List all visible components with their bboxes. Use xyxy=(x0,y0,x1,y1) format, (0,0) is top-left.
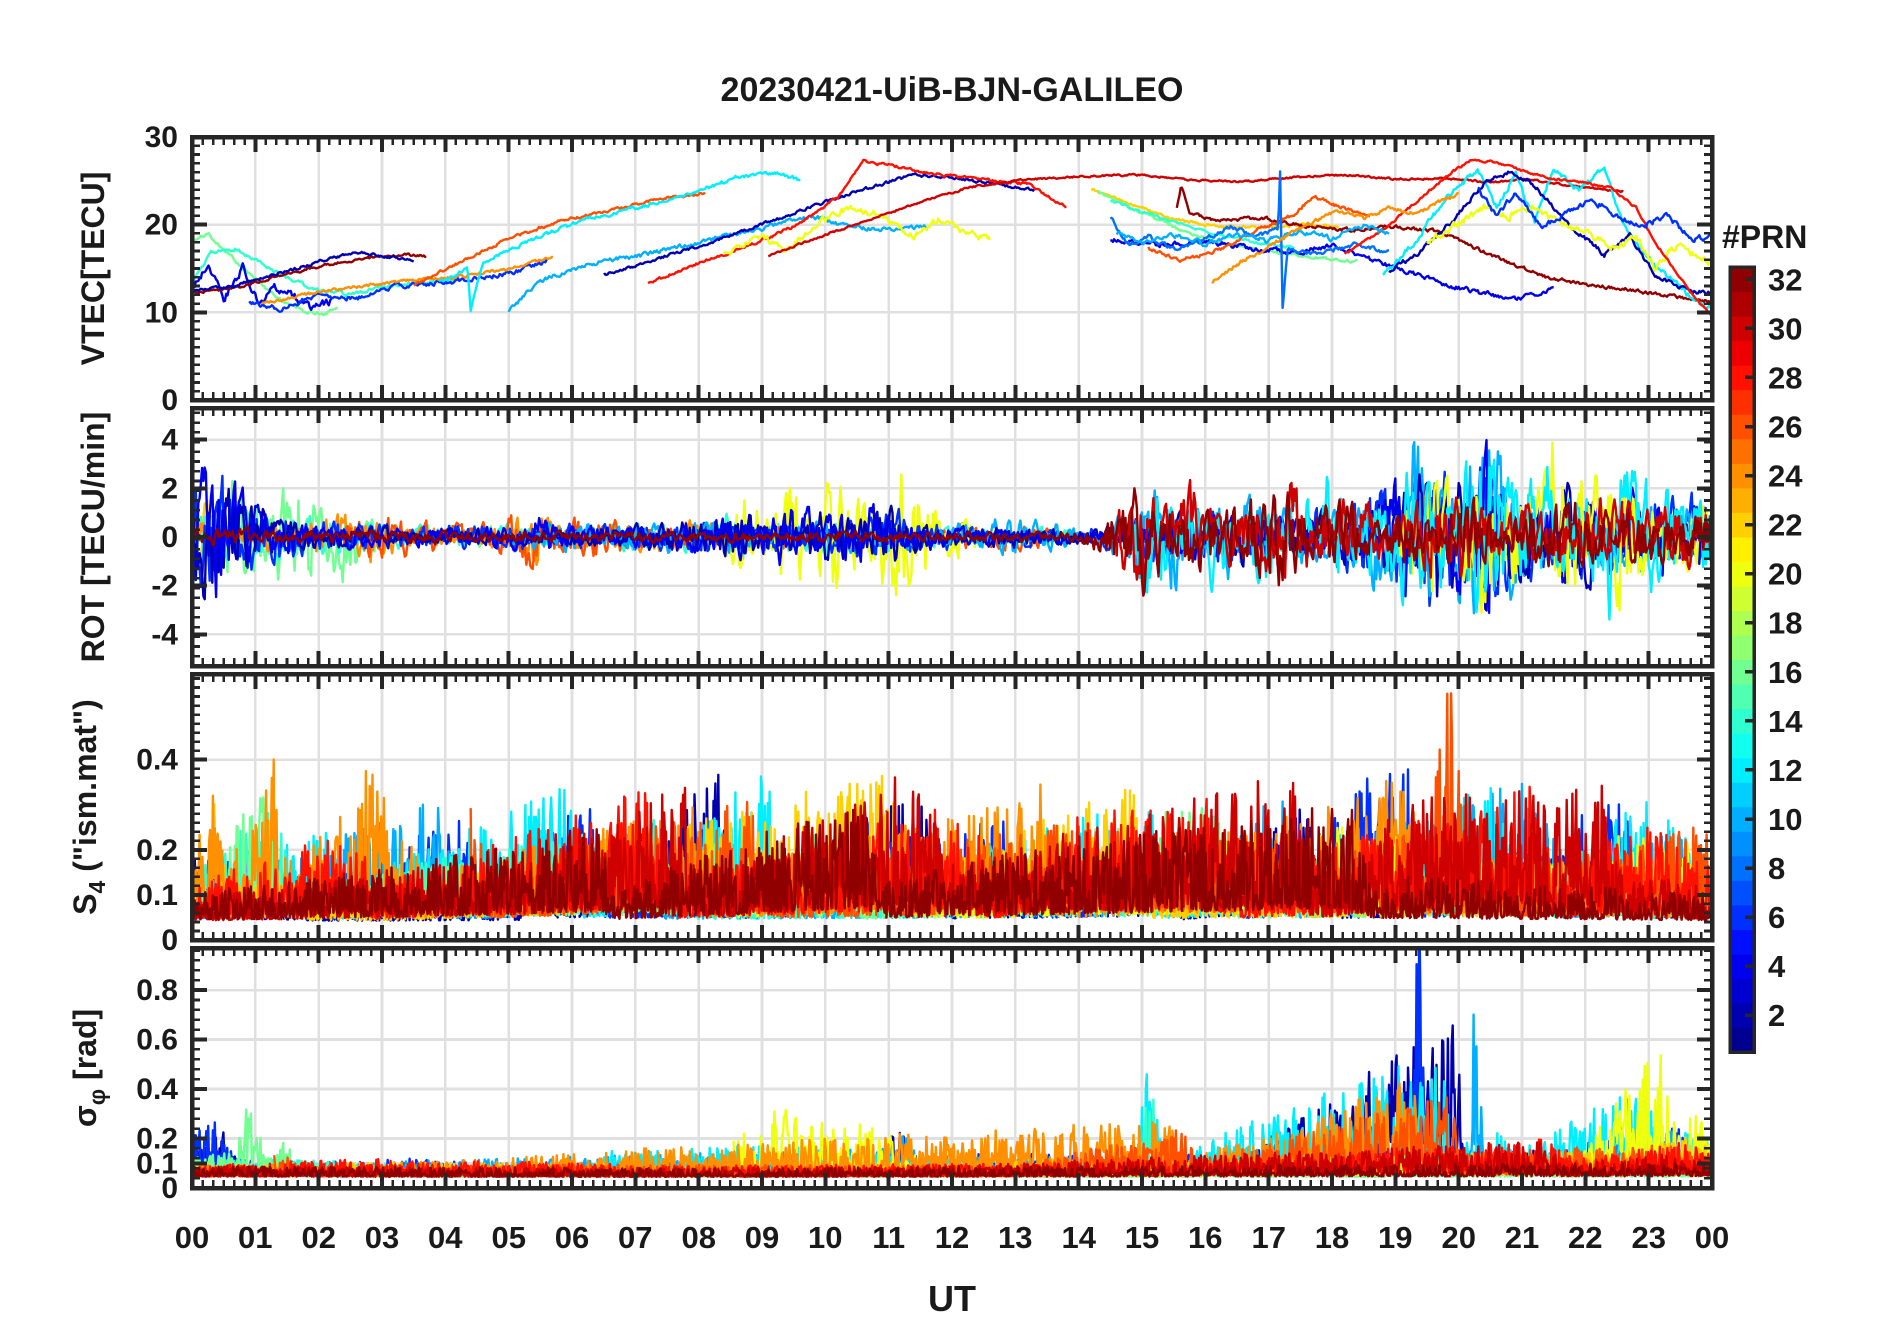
y-tick-label: 0 xyxy=(161,521,178,554)
x-tick-label: 09 xyxy=(745,1220,779,1255)
colorbar-segment xyxy=(1730,978,1754,1004)
colorbar-segment xyxy=(1730,929,1754,955)
y-tick-label: 0.8 xyxy=(136,974,178,1007)
x-tick-label: 03 xyxy=(365,1220,399,1255)
colorbar-segment xyxy=(1730,733,1754,759)
x-tick-label: 21 xyxy=(1505,1220,1539,1255)
colorbar-segment xyxy=(1730,291,1754,317)
colorbar-segment xyxy=(1730,389,1754,415)
colorbar-tick-label: 2 xyxy=(1768,998,1785,1033)
y-tick-label: -2 xyxy=(151,570,178,603)
colorbar-tick-label: 16 xyxy=(1768,655,1802,690)
x-tick-label: 20 xyxy=(1441,1220,1475,1255)
label-text: [rad] xyxy=(67,1009,103,1080)
y-tick-label: 20 xyxy=(145,209,178,242)
x-tick-label: 06 xyxy=(555,1220,589,1255)
chart-title: 20230421-UiB-BJN-GALILEO xyxy=(721,71,1184,109)
colorbar-tick-label: 26 xyxy=(1768,410,1802,445)
x-tick-label: 22 xyxy=(1568,1220,1602,1255)
x-tick-label: 07 xyxy=(618,1220,652,1255)
x-tick-label: 13 xyxy=(998,1220,1032,1255)
colorbar-segment xyxy=(1730,438,1754,464)
label-text: VTEC[TECU] xyxy=(75,172,111,366)
x-tick-label: 02 xyxy=(301,1220,335,1255)
colorbar: 2468101214161820222426283032 xyxy=(1728,262,1803,1054)
y-tick-label: 0 xyxy=(161,924,178,957)
y-tick-label: 0.2 xyxy=(136,1123,178,1156)
panel-rot: -4 -2 0 2 4 ROT [TECU/min] xyxy=(75,405,1715,669)
colorbar-tick-label: 4 xyxy=(1768,949,1786,984)
x-tick-label: 04 xyxy=(428,1220,463,1255)
x-tick-label: 11 xyxy=(872,1220,905,1255)
x-tick-label: 19 xyxy=(1378,1220,1412,1255)
colorbar-tick-label: 10 xyxy=(1768,802,1802,837)
y-tick-label: 0.1 xyxy=(136,879,178,912)
colorbar-tick-label: 24 xyxy=(1768,459,1803,494)
x-axis-label: UT xyxy=(928,1278,976,1319)
x-tick-label: 18 xyxy=(1315,1220,1349,1255)
panel-s4: 0 0.1 0.2 0.4 S4 ("ism.mat") xyxy=(67,671,1715,957)
y-tick-label: -4 xyxy=(151,618,178,651)
x-tick-label: 16 xyxy=(1188,1220,1222,1255)
y-tick-label: 0.6 xyxy=(136,1024,178,1057)
colorbar-segment xyxy=(1730,585,1754,612)
colorbar-tick-label: 30 xyxy=(1768,311,1802,346)
x-tick-label: 00 xyxy=(175,1220,209,1255)
colorbar-tick-label: 22 xyxy=(1768,508,1802,543)
x-tick-label: 08 xyxy=(681,1220,715,1255)
x-tick-label: 12 xyxy=(935,1220,969,1255)
colorbar-title: #PRN xyxy=(1722,219,1807,255)
colorbar-segment xyxy=(1730,831,1754,857)
y-tick-label: 0.4 xyxy=(136,1073,178,1106)
y-axis-label-sigma-phi: σφ [rad] xyxy=(67,1009,110,1127)
x-tick-label: 00 xyxy=(1695,1220,1729,1255)
colorbar-segment xyxy=(1730,1027,1754,1053)
colorbar-tick-label: 32 xyxy=(1768,262,1802,297)
colorbar-segment xyxy=(1730,340,1754,366)
colorbar-segment xyxy=(1730,634,1754,661)
label-text: ROT [TECU/min] xyxy=(75,412,111,663)
y-tick-label: 0.4 xyxy=(136,744,178,777)
label-text: σ xyxy=(67,1105,103,1127)
y-tick-label: 4 xyxy=(161,424,178,457)
panel-vtec: 0 10 20 30 VTEC[TECU] xyxy=(75,121,1715,417)
y-tick-label: 0.2 xyxy=(136,834,178,867)
x-tick-label: 17 xyxy=(1251,1220,1285,1255)
colorbar-segment xyxy=(1730,684,1754,710)
colorbar-tick-label: 6 xyxy=(1768,900,1785,935)
x-tick-label: 14 xyxy=(1061,1220,1096,1255)
y-axis-label-s4: S4 ("ism.mat") xyxy=(67,699,110,915)
y-tick-label: 2 xyxy=(161,472,178,505)
colorbar-tick-label: 12 xyxy=(1768,753,1802,788)
x-tick-label: 23 xyxy=(1631,1220,1665,1255)
subscript-text: 4 xyxy=(84,880,110,893)
colorbar-segment xyxy=(1730,782,1754,808)
x-tick-label: 15 xyxy=(1125,1220,1159,1255)
y-tick-label: 30 xyxy=(145,121,178,154)
colorbar-segment xyxy=(1730,880,1754,906)
x-tick-label: 10 xyxy=(808,1220,842,1255)
colorbar-tick-label: 20 xyxy=(1768,557,1802,592)
y-tick-label: 0 xyxy=(161,384,178,417)
colorbar-tick-label: 8 xyxy=(1768,851,1785,886)
colorbar-tick-label: 28 xyxy=(1768,360,1802,395)
colorbar-tick-label: 18 xyxy=(1768,606,1802,641)
generated-chart-layer: 0102030VTEC[TECU]-4-2024ROT [TECU/min]00… xyxy=(67,121,1803,1255)
label-text: S xyxy=(67,893,103,914)
subscript-text: φ xyxy=(84,1089,110,1105)
y-axis-label-vtec: VTEC[TECU] xyxy=(75,172,111,366)
colorbar-segment xyxy=(1730,536,1754,562)
colorbar-segment xyxy=(1730,487,1754,513)
colorbar-tick-label: 14 xyxy=(1768,704,1803,739)
panel-sigma-phi: 00.10.20.40.60.8σφ [rad] xyxy=(67,945,1715,1205)
x-tick-label: 01 xyxy=(238,1220,272,1255)
label-text: ("ism.mat") xyxy=(67,699,103,872)
x-tick-label: 05 xyxy=(491,1220,525,1255)
chart-canvas: 0102030VTEC[TECU]-4-2024ROT [TECU/min]00… xyxy=(67,71,1807,1319)
x-tick-labels: 00 01 02 03 04 05 06 07 08 09 10 11 12 13 14 15 16 17 18 19… xyxy=(175,1220,1729,1255)
y-axis-label-rot: ROT [TECU/min] xyxy=(75,412,111,663)
figure-root: 0 10 20 30 VTEC[TECU] -4 -2 0 2 4 ROT [TECU/min] 0 0… xyxy=(0,0,1902,1330)
y-tick-label: 10 xyxy=(145,296,178,329)
